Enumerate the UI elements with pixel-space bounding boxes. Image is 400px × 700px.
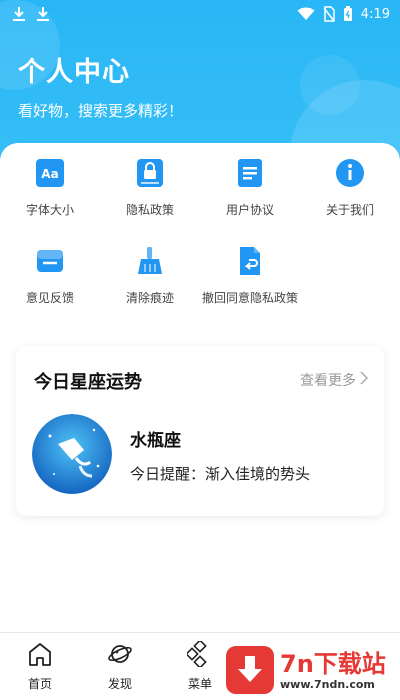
page-subtitle: 看好物，搜索更多精彩！: [18, 102, 184, 120]
menu-item-label: 字体大小: [25, 203, 74, 217]
download-arrow-icon: [226, 646, 274, 694]
view-more-link[interactable]: 查看更多: [300, 370, 369, 390]
document-icon: [234, 157, 266, 189]
menu-grid-icon: [185, 639, 213, 671]
clock-time: 4:19: [360, 6, 390, 22]
menu-item-font-size[interactable]: Aa 字体大小: [0, 157, 100, 218]
watermark-url: www.7ndn.com: [280, 677, 375, 691]
menu-item-clear-traces[interactable]: 清除痕迹: [100, 245, 200, 306]
nav-tab-home[interactable]: 首页: [0, 641, 80, 692]
menu-item-privacy-policy[interactable]: 隐私政策: [100, 157, 200, 218]
nav-tab-discover[interactable]: 发现: [80, 641, 160, 692]
watermark-text: 7n下载站 www.7ndn.com: [280, 650, 386, 691]
zodiac-sign-name: 水瓶座: [130, 431, 181, 451]
revoke-document-icon: [234, 245, 266, 277]
site-watermark: 7n下载站 www.7ndn.com: [222, 640, 400, 700]
battery-icon: [343, 6, 353, 22]
home-icon: [27, 641, 53, 671]
daily-tip: 今日提醒：渐入佳境的势头: [130, 465, 311, 483]
menu-item-about-us[interactable]: 关于我们: [300, 157, 400, 218]
download-icon: [36, 6, 50, 22]
info-icon: [334, 157, 366, 189]
menu-item-label: 关于我们: [325, 203, 374, 217]
horoscope-card: 今日星座运势 查看更多 水瓶座 今日提醒：渐入佳境的势头: [16, 346, 384, 516]
wifi-icon: [297, 7, 315, 21]
svg-text:Aa: Aa: [41, 167, 58, 181]
horoscope-section-title: 今日星座运势: [34, 372, 142, 393]
menu-item-label: 意见反馈: [25, 291, 74, 305]
menu-item-label: 撤回同意隐私政策: [202, 291, 299, 305]
menu-item-user-agreement[interactable]: 用户协议: [200, 157, 300, 218]
broom-icon: [134, 245, 166, 277]
no-sim-icon: [323, 6, 335, 22]
menu-item-revoke-privacy-consent[interactable]: 撤回同意隐私政策: [200, 245, 300, 306]
font-size-icon: Aa: [34, 157, 66, 189]
view-more-label: 查看更多: [300, 373, 356, 389]
feedback-inbox-icon: [34, 245, 66, 277]
nav-tab-label: 菜单: [187, 677, 212, 691]
nav-tab-label: 首页: [27, 677, 52, 691]
nav-tab-label: 发现: [107, 677, 132, 691]
settings-menu-card: Aa 字体大小 隐私政策 用户协议 关于我们 意见反馈 清除痕迹 撤回同意隐私政…: [0, 143, 400, 343]
watermark-title: 7n下载站: [280, 649, 386, 678]
privacy-lock-icon: [134, 157, 166, 189]
chevron-right-icon: [360, 371, 369, 389]
aquarius-avatar[interactable]: [32, 414, 112, 494]
planet-icon: [107, 641, 133, 671]
menu-item-label: 清除痕迹: [125, 291, 174, 305]
menu-item-feedback[interactable]: 意见反馈: [0, 245, 100, 306]
download-icon: [12, 6, 26, 22]
decor-bubble: [300, 55, 360, 115]
status-bar: 4:19: [0, 0, 400, 28]
menu-item-label: 用户协议: [225, 203, 274, 217]
page-title: 个人中心: [18, 57, 130, 88]
menu-item-label: 隐私政策: [125, 203, 174, 217]
